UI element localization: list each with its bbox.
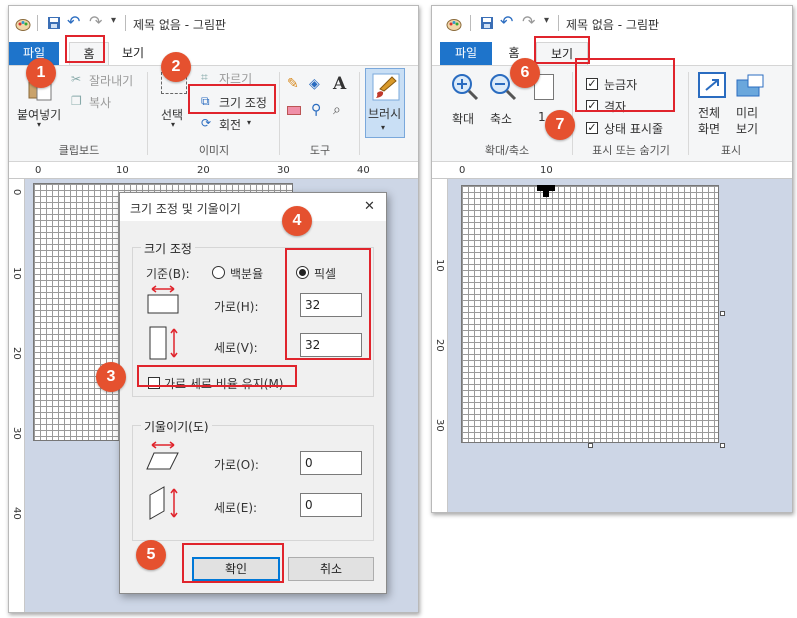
horizontal-ruler: 0 10 [432,163,792,179]
highlight-home-tab [65,35,105,63]
thumbnail-icon [736,74,764,97]
horizontal-ruler: 0 10 20 30 40 [9,163,418,179]
paint-app-icon [446,19,462,31]
fullscreen-button[interactable]: 전체 화면 [694,70,730,140]
crop-icon: ⌗ [201,70,208,84]
close-icon[interactable]: ✕ [364,199,375,214]
chevron-down-icon: ▾ [37,120,42,129]
highlight-pixel-fields [285,248,371,360]
skew-vertical-icon [149,486,178,520]
color-picker-icon[interactable]: ⚲ [311,102,321,118]
redo-icon[interactable]: ↷ [89,12,102,31]
pencil-icon[interactable]: ✎ [287,76,299,92]
paint-app-icon [15,19,31,31]
vertical-ruler: 10 20 30 [432,179,448,512]
skew-vertical-input[interactable]: 0 [300,493,362,517]
dialog-title: 크기 조정 및 기울이기 [130,202,241,216]
drawing-canvas[interactable] [461,185,719,443]
window-title: 제목 없음 - 그림판 [133,18,227,32]
horizontal-label: 가로(H): [214,300,259,314]
thumbnail-button[interactable]: 미리 보기 [732,70,768,140]
text-tool-icon[interactable]: A [333,74,346,94]
skew-horizontal-icon [146,441,179,470]
rotate-icon: ⟳ [201,116,212,130]
tab-view[interactable]: 보기 [113,42,153,65]
redo-icon[interactable]: ↷ [522,12,535,31]
step-badge-7: 7 [545,110,575,140]
vertical-label: 세로(V): [214,341,258,355]
chevron-down-icon: ▾ [247,118,252,127]
resize-handle-right[interactable] [720,311,725,316]
fullscreen-icon [698,72,726,98]
highlight-ok-button [182,543,284,583]
dialog-titlebar: 크기 조정 및 기울이기 ✕ [120,193,386,221]
step-badge-5: 5 [136,540,166,570]
chevron-down-icon: ▾ [381,123,386,132]
undo-icon[interactable]: ↶ [67,12,80,31]
fill-icon[interactable]: ◈ [309,76,320,92]
quick-access-toolbar: ↶ ↷ ▾ 제목 없음 - 그림판 [432,6,792,42]
scissors-icon: ✂ [71,72,82,86]
step-badge-2: 2 [161,52,191,82]
window-title: 제목 없음 - 그림판 [566,18,660,32]
resize-handle-corner[interactable] [720,443,725,448]
basis-label: 기준(B): [146,267,190,281]
step-badge-6: 6 [510,58,540,88]
skew-vertical-label: 세로(E): [214,501,258,515]
tab-file[interactable]: 파일 [440,42,492,65]
zoom-group-label: 확대/축소 [484,144,530,157]
highlight-keep-ratio [137,365,297,387]
customize-qat-icon[interactable]: ▾ [544,15,549,26]
cancel-button[interactable]: 취소 [288,557,374,581]
zoom-in-button[interactable]: 확대 [448,70,482,128]
vertical-ruler: 0 10 20 30 40 [9,179,25,612]
image-group-label: 이미지 [198,144,230,157]
save-icon[interactable] [480,16,494,30]
statusbar-label: 상태 표시줄 [604,122,664,136]
save-icon[interactable] [47,16,61,30]
statusbar-checkbox[interactable]: ✓ [586,122,598,134]
brush-icon [372,73,400,101]
height-arrow-icon [149,326,178,360]
step-badge-3: 3 [96,362,126,392]
percent-label: 백분율 [230,267,264,281]
step-badge-4: 4 [282,206,312,236]
brush-button[interactable]: 브러시 ▾ [365,68,405,138]
highlight-ruler-grid [575,58,675,112]
magnifier-icon[interactable]: ⌕ [333,102,341,118]
resize-handle-bottom[interactable] [588,443,593,448]
showhide-group-label: 표시 또는 숨기기 [592,144,670,157]
width-arrow-icon [147,285,179,314]
eraser-icon[interactable] [287,106,301,115]
zoom-in-icon [452,74,479,101]
undo-icon[interactable]: ↶ [500,12,513,31]
chevron-down-icon: ▾ [171,120,176,129]
tools-group-label: 도구 [309,144,331,157]
skew-horizontal-label: 가로(O): [214,458,259,472]
copy-icon: ❐ [71,94,82,108]
skew-horizontal-input[interactable]: 0 [300,451,362,475]
display-group-label: 표시 [720,144,742,157]
percent-radio[interactable] [212,266,225,279]
customize-qat-icon[interactable]: ▾ [111,15,116,26]
step-badge-1: 1 [26,58,56,88]
drawn-pixel [543,191,549,197]
clipboard-group-label: 클립보드 [58,144,100,157]
highlight-resize-button [188,84,276,114]
canvas-area: 0 10 10 20 30 [432,163,792,512]
